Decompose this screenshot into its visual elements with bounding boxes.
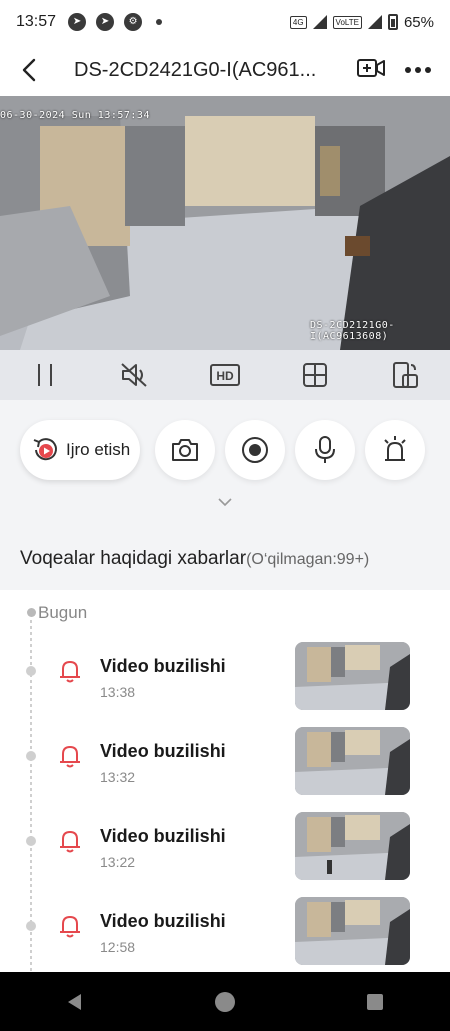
camera-feed-image — [0, 96, 450, 350]
hd-icon: HD — [210, 364, 240, 386]
network-type: 4G — [289, 15, 307, 29]
event-time: 13:22 — [100, 854, 136, 870]
event-name: Video buzilishi — [100, 741, 226, 761]
event-name: Video buzilishi — [100, 911, 226, 931]
event-name: Video buzilishi — [100, 656, 226, 676]
circle-home-icon — [215, 991, 235, 1012]
system-nav-bar — [0, 972, 450, 1031]
event-thumbnail[interactable] — [295, 812, 410, 880]
event-name: Video buzilishi — [100, 826, 226, 846]
rotate-screen-button[interactable] — [385, 355, 425, 395]
playback-control-bar: HD — [0, 350, 450, 400]
nav-home-button[interactable] — [205, 982, 245, 1022]
unread-count: (O‘qilmagan:99+) — [246, 551, 370, 568]
add-video-icon — [357, 58, 385, 77]
event-thumbnail[interactable] — [295, 642, 410, 710]
app-header: DS-2CD2421G0-I(AC961... — [0, 44, 450, 96]
timeline-dot — [26, 751, 36, 761]
status-right: 4G VoLTE 65% — [289, 13, 434, 31]
thumbnail-image — [295, 727, 410, 795]
signal-icon — [312, 15, 327, 29]
osd-camera-name: DS-2CD2121G0-I(AC9613608) — [310, 320, 395, 342]
record-icon — [242, 437, 268, 463]
microphone-icon — [315, 436, 335, 463]
back-arrow-icon — [22, 58, 36, 82]
snapshot-button[interactable] — [155, 420, 215, 480]
event-item[interactable]: Video buzilishi 13:22 — [0, 812, 450, 882]
back-button[interactable] — [0, 44, 60, 96]
timeline-dot — [26, 666, 36, 676]
header-actions — [356, 56, 450, 85]
event-item[interactable]: Video buzilishi 12:58 — [0, 897, 450, 967]
action-buttons: Ijro etish — [0, 420, 450, 480]
battery-level: 65% — [403, 13, 434, 31]
event-list: Bugun Video buzilishi 13:38 Video buzili… — [0, 590, 450, 972]
signal-icon — [367, 15, 382, 29]
status-time: 13:57 — [16, 13, 57, 30]
speaker-muted-icon — [121, 363, 147, 387]
camera-icon — [172, 439, 198, 461]
grid-icon — [303, 363, 327, 387]
hd-label: HD — [216, 369, 234, 383]
expand-button[interactable] — [215, 497, 235, 511]
live-video-view[interactable]: 06-30-2024 Sun 13:57:34 DS-2CD2121G0-I(A… — [0, 96, 450, 350]
timeline-dot — [26, 921, 36, 931]
hd-quality-button[interactable]: HD — [205, 355, 245, 395]
day-label: Bugun — [38, 603, 88, 622]
split-screen-button[interactable] — [295, 355, 335, 395]
bell-icon — [60, 746, 80, 768]
telegram-icon: ➤ — [96, 13, 115, 31]
siren-icon — [384, 436, 406, 461]
thumbnail-image — [295, 897, 410, 965]
events-title: Voqealar haqidagi xabarlar — [20, 548, 247, 569]
status-bar: 13:57 ➤ ➤ ⚙ 4G VoLTE 65% — [0, 0, 450, 44]
event-item[interactable]: Video buzilishi 13:32 — [0, 727, 450, 797]
telegram-icon: ➤ — [68, 13, 87, 31]
more-button[interactable] — [404, 61, 432, 79]
talk-button[interactable] — [295, 420, 355, 480]
add-camera-button[interactable] — [356, 56, 386, 85]
battery-icon — [387, 14, 398, 30]
nav-recents-button[interactable] — [355, 982, 395, 1022]
playback-button[interactable]: Ijro etish — [20, 420, 140, 480]
page-title: DS-2CD2421G0-I(AC961... — [74, 58, 317, 81]
alarm-button[interactable] — [365, 420, 425, 480]
bell-icon — [60, 831, 80, 853]
more-dots-icon — [405, 67, 431, 73]
thumbnail-image — [295, 642, 410, 710]
mute-button[interactable] — [115, 355, 155, 395]
square-recents-icon — [367, 993, 383, 1010]
events-header: Voqealar haqidagi xabarlar(O‘qilmagan:99… — [20, 548, 369, 570]
pause-button[interactable] — [25, 355, 65, 395]
nav-back-button[interactable] — [55, 982, 95, 1022]
record-button[interactable] — [225, 420, 285, 480]
event-thumbnail[interactable] — [295, 897, 410, 965]
thumbnail-image — [295, 812, 410, 880]
chevron-down-icon — [218, 498, 232, 507]
pause-icon — [38, 364, 52, 386]
event-time: 13:32 — [100, 769, 136, 785]
triangle-back-icon — [68, 993, 81, 1010]
osd-timestamp: 06-30-2024 Sun 13:57:34 — [0, 110, 150, 121]
playback-icon — [33, 438, 57, 461]
bell-icon — [60, 661, 80, 683]
day-dot — [27, 608, 36, 617]
timeline-dot — [26, 836, 36, 846]
event-thumbnail[interactable] — [295, 727, 410, 795]
playback-label: Ijro etish — [66, 440, 131, 459]
rotate-screen-icon — [393, 362, 418, 388]
volte-badge: VoLTE — [332, 15, 362, 29]
more-notifications-dot — [156, 19, 163, 25]
bell-icon — [60, 916, 80, 938]
settings-notification-icon: ⚙ — [124, 13, 143, 31]
event-item[interactable]: Video buzilishi 13:38 — [0, 642, 450, 712]
event-time: 13:38 — [100, 684, 136, 700]
event-time: 12:58 — [100, 939, 136, 955]
